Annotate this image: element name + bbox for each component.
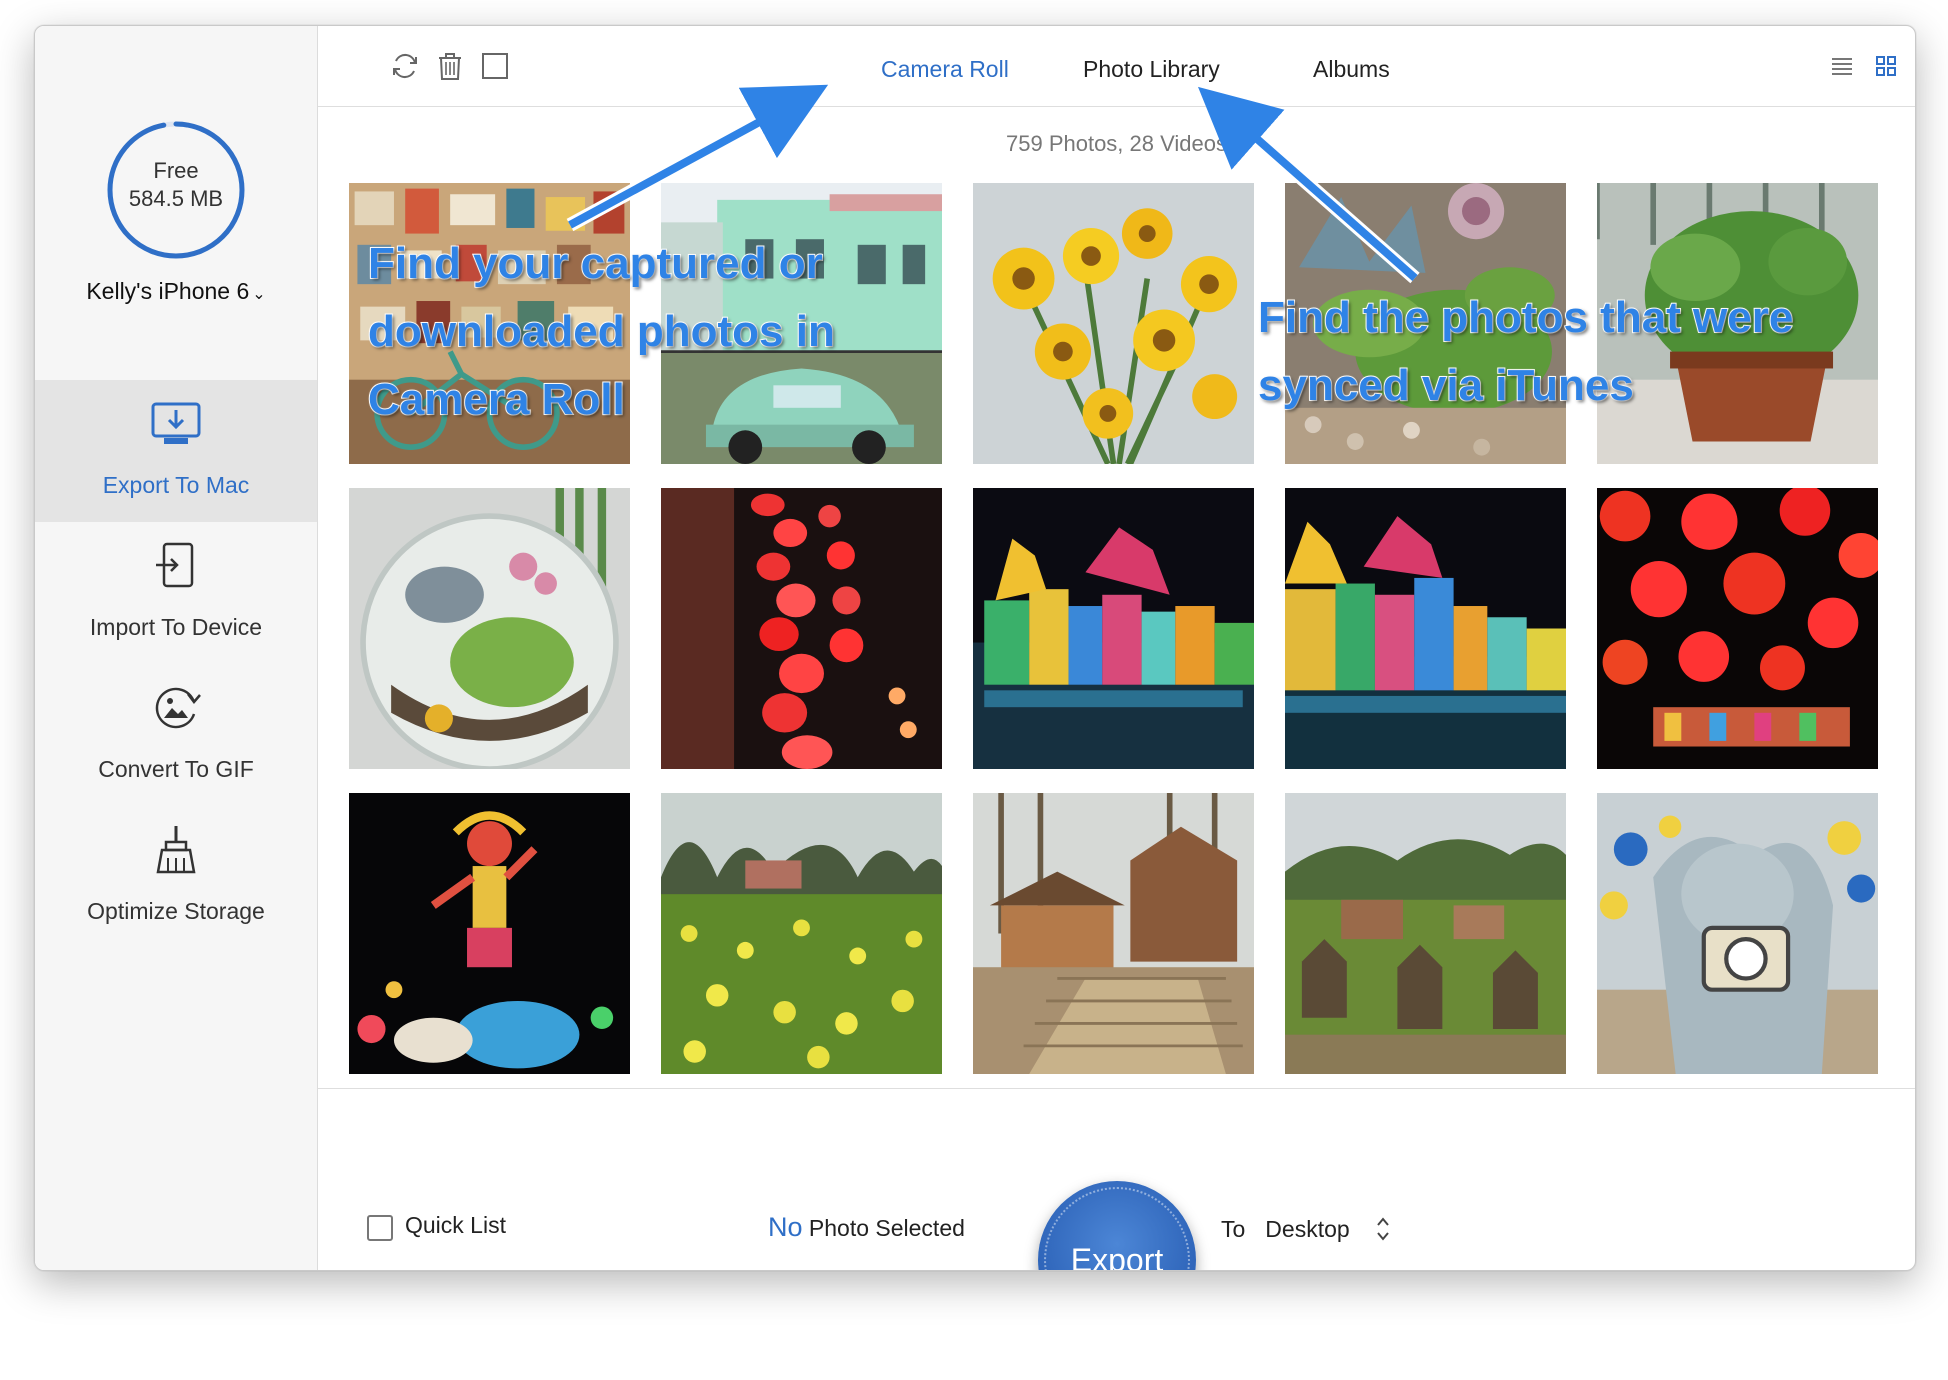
tab-camera-roll[interactable]: Camera Roll [881,56,1009,83]
refresh-icon[interactable] [390,51,420,81]
photo-thumbnail[interactable] [1597,793,1878,1074]
callout-line: Find the photos that were [1257,292,1794,343]
photo-thumbnail[interactable] [973,488,1254,769]
callout-line: Find your captured or [367,238,824,289]
tab-albums[interactable]: Albums [1313,56,1390,83]
selection-status: No Photo Selected [768,1212,965,1243]
sidebar-item-label: Export To Mac [102,472,250,498]
callout-line: downloaded photos in [367,306,836,357]
main-panel: Camera Roll Photo Library Albums 759 Pho… [318,26,1915,1270]
export-label: Export [1070,1241,1164,1271]
export-to-mac-icon [151,402,201,444]
sidebar-item-label: Import To Device [89,614,263,640]
storage-value: 584.5 MB [128,186,224,211]
grid-view-icon[interactable] [1874,54,1898,78]
list-view-icon[interactable] [1830,54,1854,78]
sidebar-item-label: Convert To GIF [98,756,254,782]
media-count: 759 Photos, 28 Videos [1006,131,1227,156]
photo-thumbnail[interactable] [973,183,1254,464]
destination-selector[interactable]: To Desktop [1221,1216,1389,1243]
callout-camera-roll: Find your captured or downloaded photos … [367,230,836,434]
sidebar-item-import-to-device[interactable]: Import To Device [35,522,317,664]
callout-line: Camera Roll [367,374,626,425]
destination-value: Desktop [1265,1216,1350,1242]
device-name: Kelly's iPhone 6 [86,278,250,304]
chevron-down-icon: ⌄ [252,286,266,303]
sidebar: Free 584.5 MB Kelly's iPhone 6 ⌄ Export T… [35,26,318,1270]
quick-list-checkbox[interactable] [367,1215,393,1241]
select-all-icon[interactable] [480,51,510,81]
photo-thumbnail[interactable] [1285,793,1566,1074]
device-selector[interactable]: Kelly's iPhone 6 ⌄ [35,278,317,305]
photo-thumbnail[interactable] [661,488,942,769]
photo-thumbnail[interactable] [349,793,630,1074]
convert-gif-icon [155,687,201,729]
photo-thumbnail[interactable] [973,793,1254,1074]
updown-chevron-icon[interactable] [1375,1214,1391,1244]
photo-thumbnail[interactable] [661,793,942,1074]
photo-thumbnail[interactable] [349,488,630,769]
toolbar: Camera Roll Photo Library Albums [318,26,1915,107]
broom-icon [156,826,196,874]
photo-thumbnail[interactable] [1285,488,1566,769]
sidebar-item-convert-to-gif[interactable]: Convert To GIF [35,664,317,806]
storage-label: Free [153,158,199,183]
import-to-device-icon [156,542,194,588]
selection-text: Photo Selected [802,1215,965,1241]
quick-list-label: Quick List [405,1212,506,1238]
selection-count: No [768,1212,803,1242]
storage-info: Free 584.5 MB [105,157,247,213]
trash-icon[interactable] [435,51,465,81]
sidebar-item-optimize-storage[interactable]: Optimize Storage [35,806,317,948]
sidebar-item-label: Optimize Storage [87,898,265,924]
app-window: Free 584.5 MB Kelly's iPhone 6 ⌄ Export T… [34,25,1916,1271]
callout-line: synced via iTunes [1257,360,1635,411]
tab-photo-library[interactable]: Photo Library [1083,56,1220,83]
photo-thumbnail[interactable] [1597,488,1878,769]
grid-divider [318,1088,1915,1089]
destination-to-label: To [1221,1216,1246,1242]
callout-photo-library: Find the photos that were synced via iTu… [1257,284,1794,420]
sidebar-item-export-to-mac[interactable]: Export To Mac [35,380,317,522]
